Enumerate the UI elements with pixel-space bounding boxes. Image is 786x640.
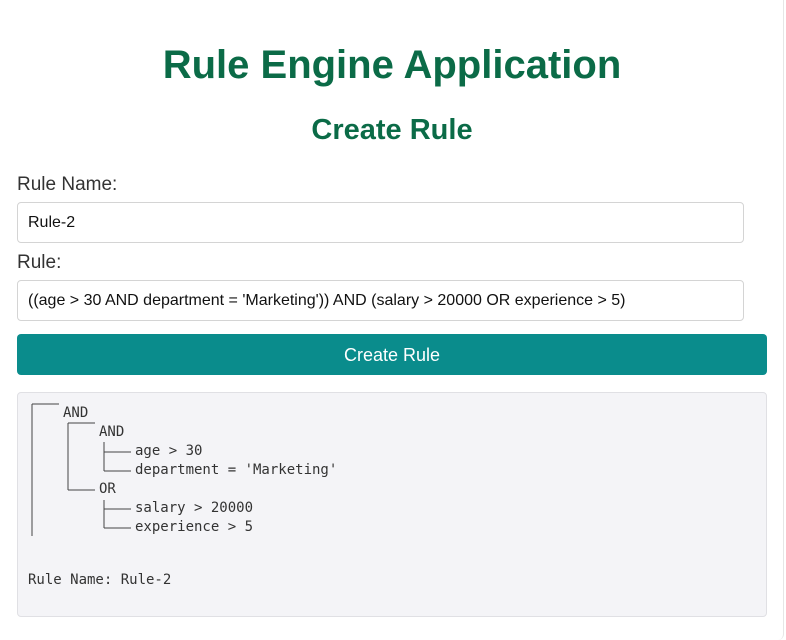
section-title: Create Rule: [311, 114, 473, 146]
output-rule-name: Rule Name: Rule-2: [28, 572, 172, 588]
tree-leaf-salary: salary > 20000: [135, 500, 254, 516]
tree-node-and: AND: [99, 424, 125, 440]
tree-node-root: AND: [63, 405, 89, 421]
tree-leaf-department: department = 'Marketing': [135, 462, 338, 478]
rule-name-input[interactable]: [17, 202, 744, 243]
rule-name-label: Rule Name:: [17, 174, 118, 195]
app-title: Rule Engine Application: [162, 43, 622, 87]
create-rule-button[interactable]: Create Rule: [17, 334, 767, 375]
tree-node-or: OR: [99, 481, 116, 497]
rule-expression-input[interactable]: [17, 280, 744, 321]
tree-leaf-experience: experience > 5: [135, 519, 254, 535]
rule-output-panel: AND AND age > 30 department = 'Marketing…: [17, 392, 767, 617]
tree-leaf-age: age > 30: [135, 443, 203, 459]
rule-engine-card: Rule Engine Application Create Rule Rule…: [0, 0, 784, 640]
rule-label: Rule:: [17, 252, 62, 273]
